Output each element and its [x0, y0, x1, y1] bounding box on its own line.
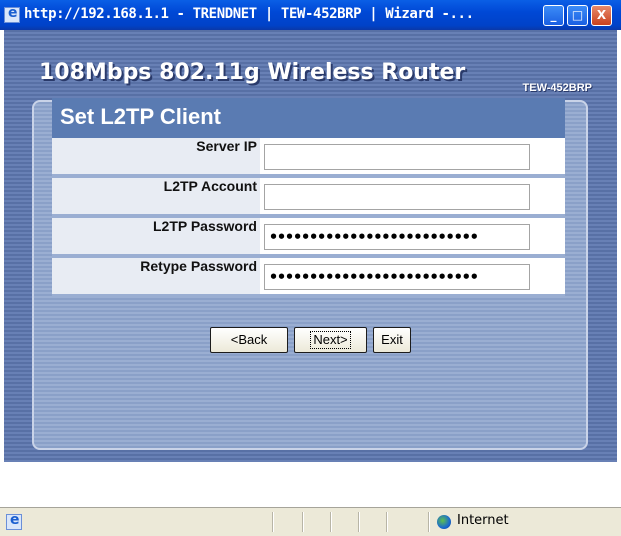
close-button[interactable]: X [591, 5, 612, 26]
status-separator [386, 512, 388, 532]
back-button[interactable]: <Back [210, 327, 288, 353]
exit-button[interactable]: Exit [373, 327, 411, 353]
status-separator [272, 512, 274, 532]
l2tp-account-input[interactable] [264, 184, 530, 210]
router-model: TEW-452BRP [522, 82, 592, 94]
status-separator [428, 512, 430, 532]
status-separator [330, 512, 332, 532]
form-title: Set L2TP Client [60, 104, 221, 129]
form-header: Set L2TP Client [52, 98, 565, 138]
retype-password-row: Retype Password [52, 258, 565, 296]
ie-status-icon [6, 512, 22, 530]
maximize-button[interactable]: □ [567, 5, 588, 26]
server-ip-row: Server IP [52, 138, 565, 176]
window-title-bar[interactable]: http://192.168.1.1 - TRENDNET | TEW-452B… [0, 0, 621, 30]
router-banner-title: 108Mbps 802.11g Wireless Router [39, 60, 466, 85]
server-ip-label: Server IP [196, 138, 257, 154]
status-separator [302, 512, 304, 532]
next-button[interactable]: Next> [294, 327, 367, 353]
window-title: http://192.168.1.1 - TRENDNET | TEW-452B… [24, 6, 474, 22]
server-ip-input[interactable] [264, 144, 530, 170]
retype-password-label: Retype Password [140, 258, 257, 274]
status-bar: Internet [0, 507, 621, 536]
security-zone-label: Internet [457, 513, 509, 528]
minimize-button[interactable]: _ [543, 5, 564, 26]
l2tp-form: Set L2TP Client Server IP L2TP Account L… [52, 98, 565, 298]
ie-page-icon [4, 5, 20, 23]
retype-password-input[interactable] [264, 264, 530, 290]
l2tp-password-input[interactable] [264, 224, 530, 250]
l2tp-password-row: L2TP Password [52, 218, 565, 256]
l2tp-account-row: L2TP Account [52, 178, 565, 216]
l2tp-account-label: L2TP Account [163, 178, 257, 194]
l2tp-password-label: L2TP Password [152, 218, 257, 234]
internet-globe-icon [437, 515, 451, 529]
status-separator [358, 512, 360, 532]
next-button-label: Next> [310, 331, 351, 349]
